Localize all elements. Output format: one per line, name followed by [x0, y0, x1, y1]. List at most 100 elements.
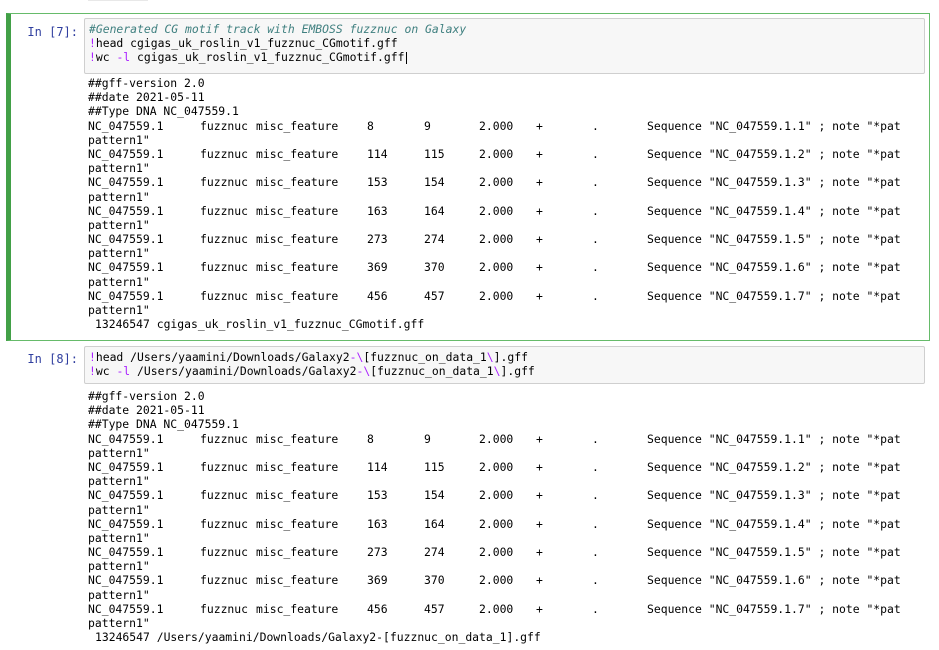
gff-row: NC_047559.1 fuzznuc misc_feature 8 9 2.000 +. S…: [88, 119, 928, 133]
gff-attributes: Sequence "NC_047559.1.7" ; note "*pat: [647, 601, 901, 616]
gff-feature: misc_feature: [256, 573, 339, 588]
gff-row: NC_047559.1 fuzznuc misc_feature 163 164 2.00…: [88, 517, 928, 531]
gff-attributes: Sequence "NC_047559.1.5" ; note "*pat: [647, 545, 901, 560]
gff-row: NC_047559.1 fuzznuc misc_feature 369 370 2.00…: [88, 573, 928, 587]
gff-strand: +: [536, 175, 543, 190]
gff-source: fuzznuc: [200, 601, 249, 616]
gff-row-wrap: pattern1": [88, 559, 150, 574]
gff-source: fuzznuc: [200, 288, 249, 303]
gff-strand: +: [536, 232, 543, 247]
gff-start: 273: [367, 545, 388, 560]
gff-strand: +: [536, 601, 543, 616]
code-text: ].gff: [500, 364, 535, 379]
gff-strand: +: [536, 288, 543, 303]
code-cell-8[interactable]: In [8]: !head /Users/yaamini/Downloads/G…: [6, 343, 930, 650]
gff-seqname: NC_047559.1: [88, 203, 164, 218]
code-text: [fuzznuc_on_data_1: [370, 364, 494, 379]
gff-strand: +: [536, 203, 543, 218]
code-cell-7[interactable]: In [7]: #Generated CG motif track with E…: [6, 13, 930, 341]
gff-row: NC_047559.1 fuzznuc misc_feature 114 115 2.00…: [88, 147, 928, 161]
input-prompt: In [7]:: [27, 25, 78, 39]
gff-frame: .: [592, 232, 599, 247]
gff-start: 153: [367, 488, 388, 503]
gff-header-line: ##Type DNA NC_047559.1: [88, 104, 239, 119]
gff-score: 2.000: [479, 118, 514, 133]
gff-frame: .: [592, 118, 599, 133]
cell-output: ##gff-version 2.0 ##date 2021-05-11 ##Type…: [88, 389, 928, 644]
gff-seqname: NC_047559.1: [88, 431, 164, 446]
gff-score: 2.000: [479, 260, 514, 275]
gff-score: 2.000: [479, 516, 514, 531]
gff-seqname: NC_047559.1: [88, 601, 164, 616]
gff-feature: misc_feature: [256, 545, 339, 560]
gff-row: NC_047559.1 fuzznuc misc_feature 8 9 2.000 +. S…: [88, 432, 928, 446]
gff-start: 8: [367, 431, 374, 446]
gff-frame: .: [592, 545, 599, 560]
gff-row-wrap: pattern1": [88, 616, 150, 630]
gff-row: NC_047559.1 fuzznuc misc_feature 273 274 2.00…: [88, 232, 928, 246]
gff-seqname: NC_047559.1: [88, 232, 164, 247]
gff-strand: +: [536, 516, 543, 531]
gff-feature: misc_feature: [256, 203, 339, 218]
gff-strand: +: [536, 146, 543, 161]
gff-start: 114: [367, 146, 388, 161]
gff-score: 2.000: [479, 175, 514, 190]
gff-seqname: NC_047559.1: [88, 288, 164, 303]
gff-row-wrap: pattern1": [88, 474, 150, 489]
gff-score: 2.000: [479, 545, 514, 560]
gff-start: 456: [367, 601, 388, 616]
gff-end: 9: [424, 118, 431, 133]
gff-header-line: ##gff-version 2.0: [88, 389, 205, 403]
gff-source: fuzznuc: [200, 232, 249, 247]
gff-row: NC_047559.1 fuzznuc misc_feature 369 370 2.00…: [88, 260, 928, 274]
gff-feature: misc_feature: [256, 488, 339, 503]
gff-score: 2.000: [479, 459, 514, 474]
gff-feature: misc_feature: [256, 118, 339, 133]
gff-end: 164: [424, 203, 445, 218]
gff-source: fuzznuc: [200, 516, 249, 531]
code-text: head cgigas_uk_roslin_v1_fuzznuc_CGmotif…: [95, 36, 398, 51]
gff-attributes: Sequence "NC_047559.1.2" ; note "*pat: [647, 146, 901, 161]
gff-row-wrap: pattern1": [88, 189, 150, 204]
gff-attributes: Sequence "NC_047559.1.5" ; note "*pat: [647, 232, 901, 247]
gff-attributes: Sequence "NC_047559.1.1" ; note "*pat: [647, 431, 901, 446]
gff-row-wrap: pattern1": [88, 530, 150, 545]
code-escape: -\: [349, 350, 364, 364]
gff-feature: misc_feature: [256, 175, 339, 190]
gff-attributes: Sequence "NC_047559.1.6" ; note "*pat: [647, 573, 901, 588]
code-flag: -l: [116, 50, 131, 65]
gff-attributes: Sequence "NC_047559.1.4" ; note "*pat: [647, 516, 901, 531]
code-input[interactable]: #Generated CG motif track with EMBOSS fu…: [84, 18, 925, 74]
gff-score: 2.000: [479, 203, 514, 218]
gff-frame: .: [592, 260, 599, 275]
code-text: cgigas_uk_roslin_v1_fuzznuc_CGmotif.gff: [130, 50, 405, 65]
gff-score: 2.000: [479, 146, 514, 161]
gff-start: 8: [367, 118, 374, 133]
gff-feature: misc_feature: [256, 459, 339, 474]
gff-seqname: NC_047559.1: [88, 545, 164, 560]
gff-row: NC_047559.1 fuzznuc misc_feature 456 457 2.00…: [88, 602, 928, 616]
gff-strand: +: [536, 459, 543, 474]
gff-row-wrap: pattern1": [88, 587, 150, 602]
gff-strand: +: [536, 260, 543, 275]
gff-source: fuzznuc: [200, 146, 249, 161]
code-comment: #Generated CG motif track with EMBOSS fu…: [89, 22, 467, 36]
gff-seqname: NC_047559.1: [88, 118, 164, 133]
code-input[interactable]: !head /Users/yaamini/Downloads/Galaxy2-\…: [84, 346, 925, 384]
code-escape: \: [493, 364, 501, 379]
shell-bang: !: [89, 350, 96, 364]
gff-header-line: ##gff-version 2.0: [88, 76, 205, 90]
gff-seqname: NC_047559.1: [88, 175, 164, 190]
gff-attributes: Sequence "NC_047559.1.3" ; note "*pat: [647, 488, 901, 503]
gff-end: 457: [424, 288, 445, 303]
gff-row-wrap: pattern1": [88, 132, 150, 147]
gff-score: 2.000: [479, 601, 514, 616]
gff-feature: misc_feature: [256, 516, 339, 531]
gff-end: 370: [424, 260, 445, 275]
gff-source: fuzznuc: [200, 459, 249, 474]
gff-seqname: NC_047559.1: [88, 459, 164, 474]
gff-frame: .: [592, 573, 599, 588]
code-text: /Users/yaamini/Downloads/Galaxy2: [130, 364, 357, 379]
gff-feature: misc_feature: [256, 288, 339, 303]
gff-strand: +: [536, 488, 543, 503]
